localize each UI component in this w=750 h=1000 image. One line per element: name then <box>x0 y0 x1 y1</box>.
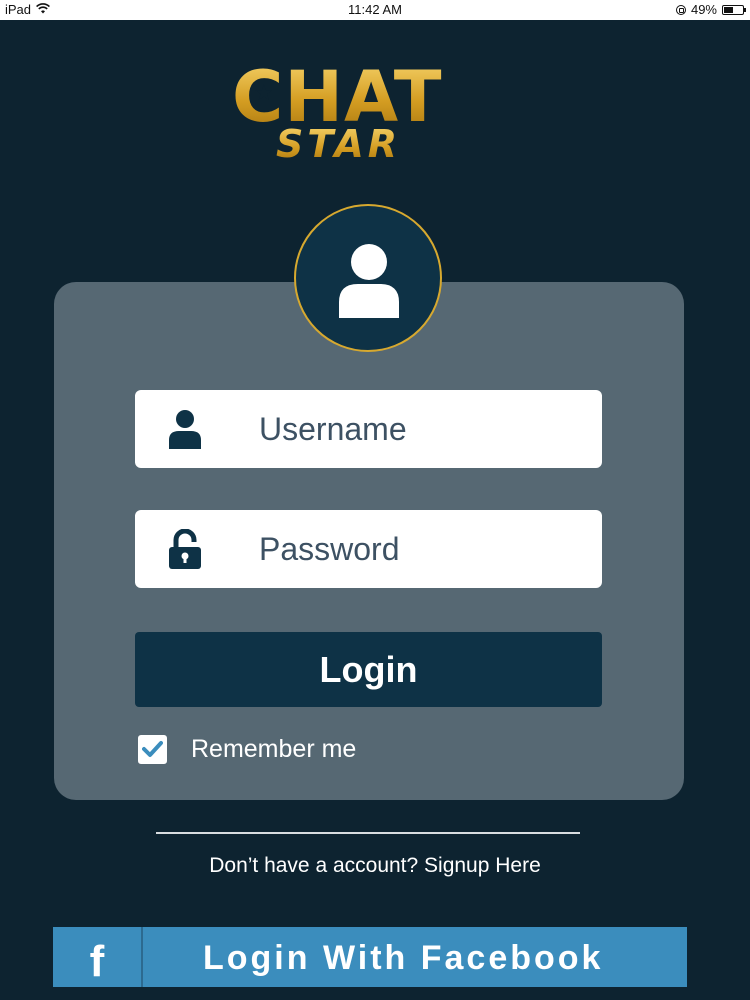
username-input[interactable] <box>245 390 585 468</box>
lock-icon <box>165 528 205 569</box>
password-field[interactable] <box>135 510 602 588</box>
remember-me-label: Remember me <box>191 735 357 763</box>
app-logo: CHAT ★ STAR <box>232 58 496 166</box>
avatar <box>294 204 442 352</box>
battery-fill <box>724 6 733 13</box>
status-bar: iPad 11:42 AM 49% <box>0 0 750 20</box>
orientation-lock-icon <box>675 4 686 15</box>
password-input[interactable] <box>245 510 585 588</box>
facebook-login-button[interactable]: f Login With Facebook <box>53 927 687 987</box>
remember-me-checkbox[interactable] <box>138 735 167 764</box>
battery-icon <box>722 4 746 15</box>
divider <box>156 832 580 834</box>
status-right: 49% <box>675 2 746 17</box>
battery-percent: 49% <box>690 2 717 17</box>
user-avatar-icon <box>339 244 399 318</box>
logo-word-star: STAR <box>276 122 402 166</box>
facebook-icon: f <box>53 927 143 987</box>
logo-star-icon: ★ <box>254 80 274 105</box>
login-button[interactable]: Login <box>135 632 602 707</box>
signup-prompt: Don’t have a account? Signup Here <box>0 854 750 878</box>
user-icon <box>165 409 205 449</box>
signup-link[interactable]: Don’t have a account? Signup Here <box>209 854 541 877</box>
remember-me-row[interactable]: Remember me <box>138 735 356 764</box>
username-field[interactable] <box>135 390 602 468</box>
status-time: 11:42 AM <box>348 2 402 17</box>
checkmark-icon <box>142 741 163 757</box>
facebook-login-label: Login With Facebook <box>203 939 604 977</box>
